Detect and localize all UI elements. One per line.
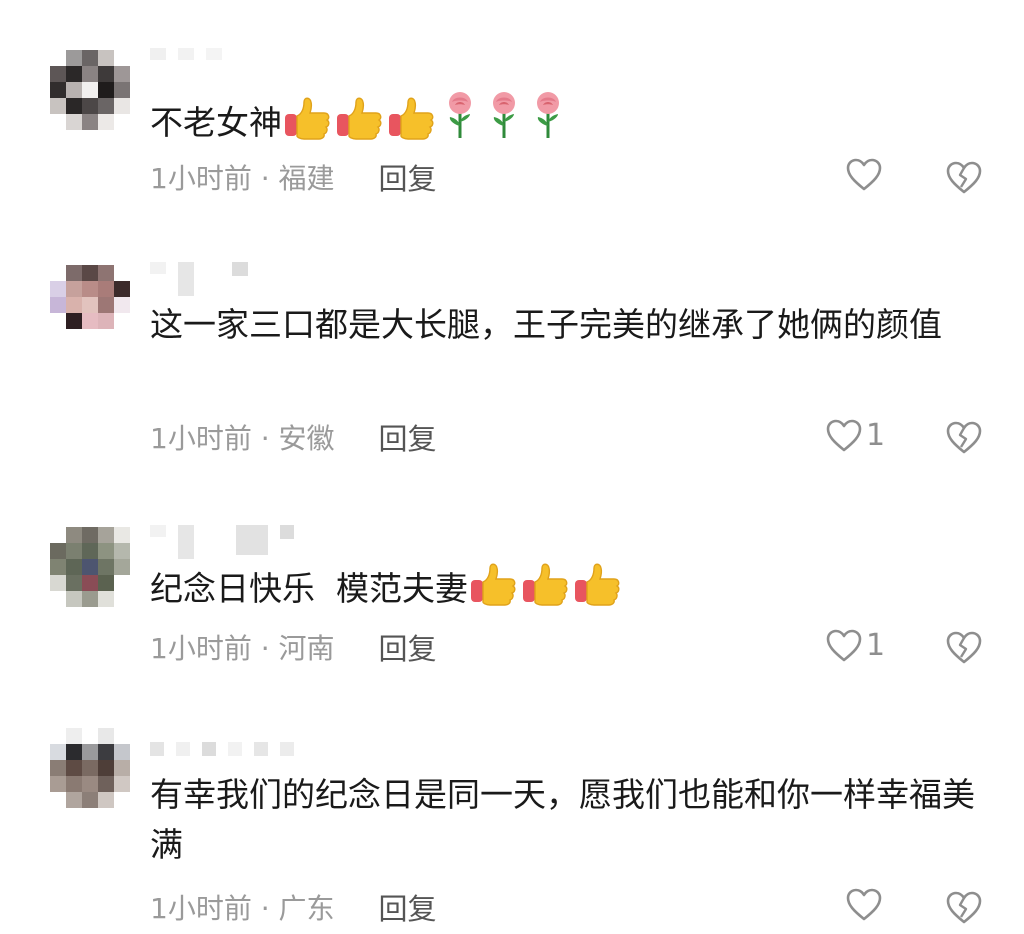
time-location: 1小时前 · 广东	[150, 892, 335, 925]
time-location: 1小时前 · 河南	[150, 632, 335, 665]
avatar[interactable]	[50, 50, 130, 130]
thumbs-up-emoji-icon	[470, 563, 516, 606]
thumbs-up-emoji-icon	[522, 563, 568, 606]
like-button[interactable]: 1	[826, 418, 885, 453]
comment-list: 不老女神 1小时前 · 福建 回复 这一家三口都是大长腿，王子完美的继承了她俩的…	[0, 0, 1024, 934]
thumbs-up-emoji-icon	[285, 97, 330, 140]
comment-text-content: 有幸我们的纪念日是同一天，愿我们也能和你一样幸福美满	[150, 775, 975, 864]
emoji-row	[282, 92, 570, 142]
comment-text-content: 不老女神	[150, 103, 282, 142]
like-count: 1	[866, 628, 886, 663]
heart-outline-icon	[846, 158, 882, 191]
like-button[interactable]	[846, 158, 886, 192]
thumbs-up-emoji-icon	[574, 563, 620, 606]
reply-button[interactable]: 回复	[379, 886, 437, 928]
rose-emoji-icon	[493, 92, 515, 138]
broken-heart-icon[interactable]	[946, 161, 982, 195]
comment-text: 不老女神	[150, 90, 980, 148]
comment-text: 这一家三口都是大长腿，王子完美的继承了她俩的颜值	[150, 300, 980, 350]
broken-heart-icon[interactable]	[946, 631, 982, 665]
like-count: 1	[866, 418, 886, 453]
thumbs-up-emoji-icon	[337, 97, 382, 140]
avatar[interactable]	[50, 265, 130, 345]
rose-emoji-icon	[449, 92, 471, 138]
like-button[interactable]	[846, 888, 886, 922]
comment-text: 纪念日快乐 模范夫妻	[150, 560, 980, 614]
heart-outline-icon	[826, 419, 862, 451]
reply-button[interactable]: 回复	[379, 416, 437, 458]
time-location: 1小时前 · 福建	[150, 162, 335, 195]
comment-text: 有幸我们的纪念日是同一天，愿我们也能和你一样幸福美满	[150, 770, 980, 870]
avatar[interactable]	[50, 527, 130, 607]
username-blurred[interactable]	[150, 262, 248, 296]
thumbs-up-emoji-icon	[389, 97, 434, 140]
comment-text-content: 这一家三口都是大长腿，王子完美的继承了她俩的颜值	[150, 305, 942, 344]
broken-heart-icon[interactable]	[946, 891, 982, 925]
rose-emoji-icon	[537, 92, 559, 138]
reply-button[interactable]: 回复	[379, 156, 437, 198]
username-blurred[interactable]	[150, 48, 222, 72]
broken-heart-icon[interactable]	[946, 421, 982, 455]
emoji-row	[468, 563, 624, 608]
heart-outline-icon	[846, 888, 882, 921]
like-button[interactable]: 1	[826, 628, 885, 663]
comment-meta: 1小时前 · 河南 回复	[150, 627, 437, 667]
heart-outline-icon	[826, 629, 862, 661]
reply-button[interactable]: 回复	[379, 626, 437, 668]
time-location: 1小时前 · 安徽	[150, 422, 335, 455]
comment-meta: 1小时前 · 福建 回复	[150, 157, 437, 197]
username-blurred[interactable]	[150, 525, 294, 559]
comment-meta: 1小时前 · 广东 回复	[150, 887, 437, 927]
comment-text-content: 纪念日快乐 模范夫妻	[150, 569, 468, 608]
username-blurred[interactable]	[150, 742, 294, 766]
avatar[interactable]	[50, 728, 130, 808]
comment-meta: 1小时前 · 安徽 回复	[150, 417, 437, 457]
